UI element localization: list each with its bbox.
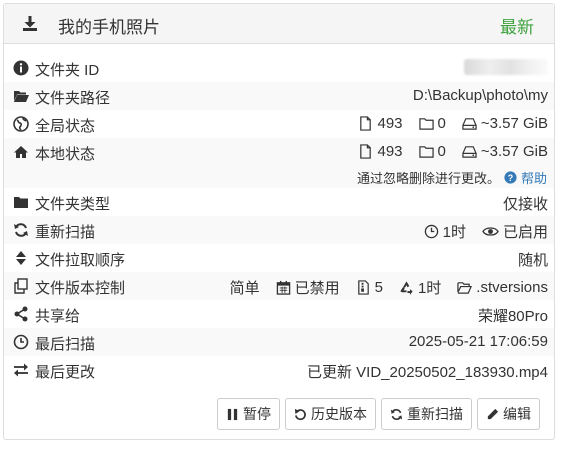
- hdd-icon: [462, 146, 477, 158]
- rescan-value: 1时 已启用: [424, 221, 548, 242]
- pause-icon: [227, 408, 238, 420]
- versioning-cleanup: 已禁用: [294, 280, 340, 297]
- clock-icon: [424, 224, 438, 239]
- row-folder-type: 文件夹类型 仅接收: [4, 188, 554, 216]
- pull-order-label: 文件拉取顺序: [35, 252, 126, 269]
- row-versioning: 文件版本控制 简单 已禁用 5 1时 .stversions: [4, 272, 554, 300]
- info-circle-icon: [13, 60, 29, 76]
- global-folders-count: 0: [437, 115, 446, 132]
- question-circle-icon[interactable]: ?: [504, 171, 517, 184]
- local-files-count: 493: [377, 143, 403, 160]
- shared-device-link[interactable]: 荣耀80Pro: [478, 305, 548, 326]
- last-scan-value: 2025-05-21 17:06:59: [408, 333, 548, 350]
- file-icon: [360, 144, 372, 159]
- rescan-interval: 1时: [442, 224, 466, 241]
- row-global-state: 全局状态 493 0 ~3.57 GiB: [4, 110, 554, 138]
- local-folders-count: 0: [437, 143, 446, 160]
- rescan-button-label: 重新扫描: [407, 406, 463, 422]
- rescan-button[interactable]: 重新扫描: [381, 398, 472, 430]
- rescan-label: 重新扫描: [35, 224, 96, 241]
- local-state-value: 493 0 ~3.57 GiB: [358, 143, 548, 160]
- refresh-icon: [14, 223, 28, 237]
- folder-type-value: 仅接收: [502, 196, 548, 213]
- svg-text:?: ?: [508, 173, 513, 183]
- local-state-label: 本地状态: [35, 146, 96, 163]
- global-files-count: 493: [377, 115, 403, 132]
- globe-icon: [13, 116, 29, 132]
- global-size: ~3.57 GiB: [480, 115, 548, 132]
- exchange-icon: [14, 363, 28, 377]
- home-icon: [14, 146, 28, 158]
- versions-button-label: 历史版本: [311, 406, 367, 422]
- ignore-note-row: 通过忽略删除进行更改。 ? 帮助: [4, 166, 554, 188]
- folder-type-label: 文件夹类型: [35, 196, 111, 213]
- row-last-scan: 最后扫描 2025-05-21 17:06:59: [4, 328, 554, 356]
- edit-button-label: 编辑: [503, 406, 531, 422]
- pencil-icon: [487, 408, 499, 419]
- folder-panel: 我的手机照片 最新 文件夹 ID 文件夹路径 D:\Backup\photo\m…: [3, 3, 555, 440]
- hdd-icon: [462, 118, 477, 130]
- folder-panel-header[interactable]: 我的手机照片 最新: [4, 4, 554, 44]
- undo-icon: [294, 408, 306, 420]
- action-buttons: 暂停 历史版本 重新扫描 编辑: [217, 398, 540, 430]
- versioning-label: 文件版本控制: [35, 280, 126, 297]
- clock-icon: [13, 334, 29, 350]
- edit-button[interactable]: 编辑: [477, 398, 540, 430]
- row-shared-with: 共享给 荣耀80Pro: [4, 300, 554, 328]
- global-state-value: 493 0 ~3.57 GiB: [358, 115, 548, 132]
- recycle-icon: [400, 281, 413, 295]
- versioning-path: .stversions: [476, 279, 548, 296]
- folder-icon: [14, 197, 28, 208]
- last-scan-label: 最后扫描: [35, 336, 96, 353]
- file-archive-icon: [357, 280, 369, 295]
- row-folder-id: 文件夹 ID: [4, 54, 554, 82]
- row-pull-order: 文件拉取顺序 随机: [4, 244, 554, 272]
- refresh-icon: [390, 408, 403, 420]
- shared-with-label: 共享给: [35, 308, 81, 325]
- versioning-keep: 5: [374, 279, 383, 296]
- folder-path-value: D:\Backup\photo\my: [412, 87, 548, 104]
- versioning-interval: 1时: [417, 280, 442, 297]
- watcher-status: 已启用: [502, 224, 548, 241]
- global-state-label: 全局状态: [35, 118, 96, 135]
- copy-icon: [14, 278, 28, 294]
- row-local-state: 本地状态 493 0 ~3.57 GiB: [4, 138, 554, 166]
- calendar-icon: [276, 280, 290, 295]
- share-alt-icon: [14, 306, 28, 322]
- folder-open-icon: [457, 282, 473, 294]
- last-change-label: 最后更改: [35, 364, 96, 381]
- sort-icon: [16, 251, 26, 265]
- versioning-value: 简单 已禁用 5 1时 .stversions: [230, 277, 548, 298]
- row-rescan: 重新扫描 1时 已启用: [4, 216, 554, 244]
- folder-status: 最新: [500, 18, 534, 37]
- last-change-value: 已更新 VID_20250502_183930.mp4: [307, 364, 548, 381]
- help-link[interactable]: 帮助: [521, 168, 547, 187]
- pause-button-label: 暂停: [243, 406, 271, 422]
- folder-icon: [418, 146, 434, 158]
- folder-id-value: [464, 59, 548, 75]
- row-folder-path: 文件夹路径 D:\Backup\photo\my: [4, 82, 554, 110]
- ignore-note-text: 通过忽略删除进行更改。: [356, 171, 500, 186]
- local-size: ~3.57 GiB: [480, 143, 548, 160]
- file-icon: [360, 116, 372, 131]
- folder-title: 我的手机照片: [58, 18, 160, 37]
- versions-button[interactable]: 历史版本: [285, 398, 376, 430]
- folder-id-label: 文件夹 ID: [35, 62, 100, 79]
- versioning-type: 简单: [229, 280, 260, 297]
- row-last-change: 最后更改 已更新 VID_20250502_183930.mp4: [4, 356, 554, 384]
- folder-path-label: 文件夹路径: [35, 90, 111, 107]
- download-icon: [23, 16, 37, 31]
- pull-order-value: 随机: [517, 252, 548, 269]
- folder-id-obscured: [464, 59, 548, 75]
- folder-icon: [418, 118, 434, 130]
- pause-button[interactable]: 暂停: [217, 398, 280, 430]
- folder-open-icon: [14, 91, 29, 102]
- eye-icon: [482, 227, 499, 236]
